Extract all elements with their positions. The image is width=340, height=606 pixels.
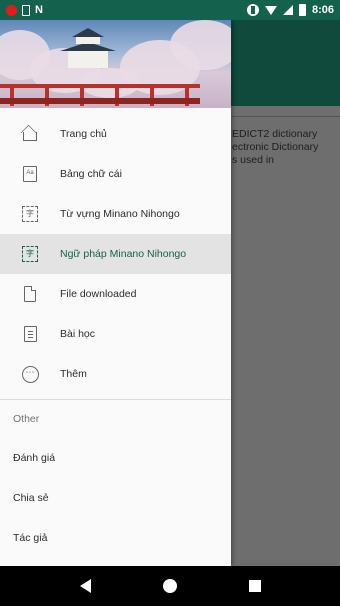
menu-item-label: File downloaded (60, 288, 137, 300)
menu-item-alphabet[interactable]: Aa Bảng chữ cái (0, 154, 231, 194)
background-text-line: ectronic Dictionary (232, 141, 319, 153)
grammar-icon: 字 (22, 246, 38, 262)
menu-item-share[interactable]: Chia sẻ (0, 478, 231, 518)
file-icon (24, 286, 36, 302)
menu-item-more[interactable]: ⋯ Thêm (0, 354, 231, 394)
menu-item-label: Ngữ pháp Minano Nihongo (60, 248, 187, 260)
menu-item-label: Từ vựng Minano Nihongo (60, 208, 180, 220)
home-icon (23, 132, 37, 141)
background-text-line: EDICT2 dictionary (232, 128, 318, 140)
section-label-other: Other (13, 413, 40, 425)
menu-item-vocabulary[interactable]: 字 Từ vựng Minano Nihongo (0, 194, 231, 234)
menu-item-lessons[interactable]: Bài học (0, 314, 231, 354)
menu-item-rate[interactable]: Đánh giá (0, 438, 231, 478)
drawer-menu: Trang chủ Aa Bảng chữ cái 字 Từ vựng Mina… (0, 114, 231, 394)
system-nav-bar (0, 566, 340, 606)
sim-icon (22, 4, 30, 16)
battery-icon (298, 4, 306, 16)
menu-item-label: Thêm (60, 368, 87, 380)
signal-icon (282, 5, 293, 15)
vibrate-icon (246, 4, 259, 16)
menu-item-label: Bài học (60, 328, 96, 340)
background-text: EDICT2 dictionary ectronic Dictionary s … (232, 128, 340, 167)
drawer-header-image (0, 20, 231, 108)
menu-item-label: Trang chủ (60, 128, 107, 140)
record-icon (6, 4, 17, 16)
home-icon[interactable] (162, 579, 177, 593)
background-text-line: s used in (232, 154, 275, 166)
background-divider (232, 116, 340, 117)
more-icon: ⋯ (21, 365, 39, 383)
menu-item-file-downloaded[interactable]: File downloaded (0, 274, 231, 314)
lesson-icon (23, 326, 37, 342)
wifi-icon (264, 5, 277, 15)
menu-item-home[interactable]: Trang chủ (0, 114, 231, 154)
vocabulary-icon: 字 (22, 206, 38, 222)
status-time: 8:06 (311, 4, 334, 16)
navigation-drawer: Trang chủ Aa Bảng chữ cái 字 Từ vựng Mina… (0, 20, 231, 566)
back-icon[interactable] (79, 579, 91, 593)
recents-icon[interactable] (248, 580, 261, 592)
menu-item-label: Bảng chữ cái (60, 168, 122, 180)
menu-item-grammar[interactable]: 字 Ngữ pháp Minano Nihongo (0, 234, 231, 274)
menu-item-author[interactable]: Tác giả (0, 518, 231, 558)
status-bar: N 8:06 (0, 0, 340, 20)
n-icon: N (35, 4, 43, 16)
alphabet-book-icon: Aa (23, 166, 37, 182)
